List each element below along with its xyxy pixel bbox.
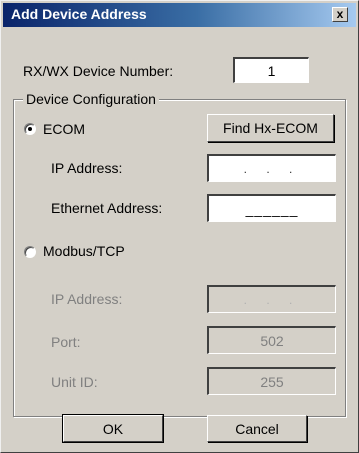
add-device-address-dialog: Add Device Address x RX/WX Device Number… — [0, 0, 359, 453]
modbus-tcp-radio[interactable] — [24, 246, 36, 258]
close-icon: x — [336, 7, 344, 21]
ecom-ip-address-label: IP Address: — [51, 160, 123, 176]
modbus-ip-address-input[interactable]: . . . — [207, 285, 336, 313]
ecom-radio[interactable] — [24, 123, 36, 135]
ok-button[interactable]: OK — [62, 414, 164, 443]
modbus-ip-address-label: IP Address: — [51, 291, 123, 307]
unit-id-label: Unit ID: — [51, 374, 98, 390]
port-label: Port: — [51, 334, 81, 350]
close-button[interactable]: x — [332, 7, 348, 22]
modbus-tcp-radio-label[interactable]: Modbus/TCP — [43, 243, 125, 259]
ecom-ip-address-input[interactable]: . . . — [207, 154, 336, 182]
window-title: Add Device Address — [11, 6, 147, 22]
device-configuration-label: Device Configuration — [23, 91, 159, 107]
cancel-button[interactable]: Cancel — [207, 415, 307, 442]
unit-id-input[interactable]: 255 — [207, 367, 336, 395]
ethernet-address-input[interactable]: ______ — [207, 194, 336, 222]
title-bar[interactable]: Add Device Address x — [3, 3, 356, 27]
ethernet-address-label: Ethernet Address: — [51, 200, 163, 216]
port-input[interactable]: 502 — [207, 326, 336, 354]
ecom-radio-label[interactable]: ECOM — [43, 121, 85, 137]
find-hx-ecom-button[interactable]: Find Hx-ECOM — [207, 114, 334, 142]
device-number-input[interactable]: 1 — [233, 57, 309, 83]
device-number-label: RX/WX Device Number: — [23, 63, 174, 79]
